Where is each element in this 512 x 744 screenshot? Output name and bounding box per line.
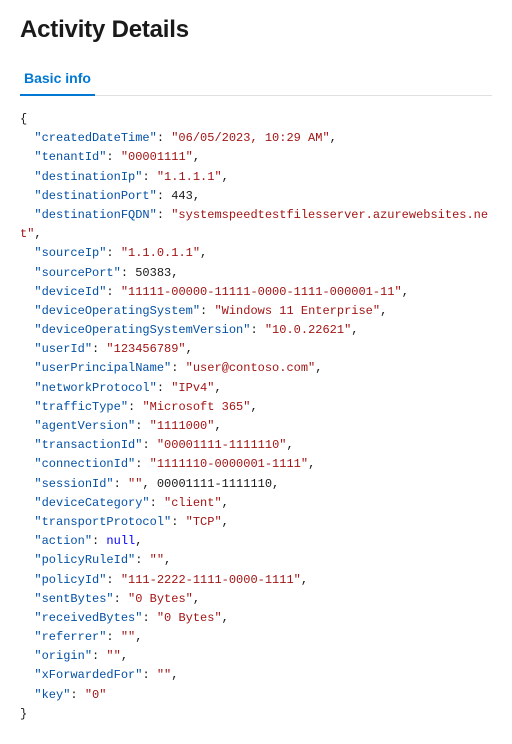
activity-details-panel: Activity Details Basic info { "createdDa… (0, 0, 512, 744)
tabs-bar: Basic info (20, 64, 492, 96)
tab-basic-info[interactable]: Basic info (20, 64, 95, 96)
page-title: Activity Details (20, 16, 492, 44)
json-content: { "createdDateTime": "06/05/2023, 10:29 … (20, 110, 492, 724)
